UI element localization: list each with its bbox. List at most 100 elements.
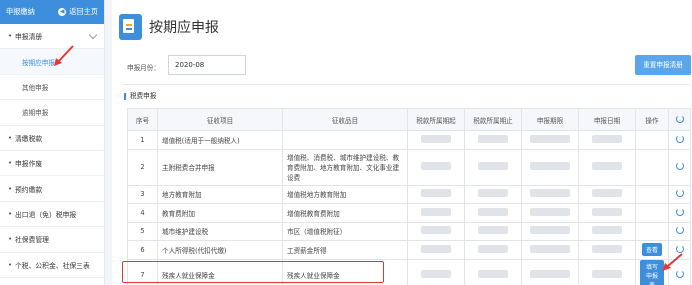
cell-period-start: [407, 240, 465, 260]
th-action: 操作: [635, 108, 669, 131]
refresh-icon[interactable]: [675, 207, 684, 216]
menu-scheduled-payment[interactable]: • 预约缴款: [0, 176, 104, 202]
cell-sub-item: 增值税地方教育附加: [282, 184, 408, 204]
cell-declare-date: [578, 240, 636, 260]
cell-action: [635, 184, 669, 204]
refresh-icon[interactable]: [675, 134, 684, 143]
cell-sub-item: 工资薪金所得: [282, 240, 408, 260]
blurred-value: [421, 189, 451, 198]
cell-deadline: [521, 258, 579, 285]
divider: [122, 84, 690, 85]
sidebar: 申报缴纳 ◀ 返回主页 • 申报清册 按期应申报 其他申报 逾期申报 • 清缴税…: [0, 0, 105, 285]
menu-tax-clearing[interactable]: • 清缴税款: [0, 126, 104, 151]
bullet-icon: •: [8, 32, 13, 41]
refresh-icon[interactable]: [675, 226, 684, 235]
cell-period-start: [407, 148, 465, 186]
refresh-icon[interactable]: [675, 162, 684, 170]
red-arrow-annotation-icon: [54, 45, 74, 66]
menu-label: 清缴税款: [15, 134, 43, 143]
blurred-value: [530, 270, 570, 278]
cell-sub-item: 增值税教育费附加: [282, 203, 408, 223]
table-row: 2 主附税费合并申报 增值税、消费税、城市维护建设税、教育费附加、地方教育附加、…: [127, 148, 691, 186]
th-deadline: 申报期限: [521, 108, 579, 131]
bullet-icon: •: [8, 184, 13, 193]
cell-no: 6: [127, 240, 158, 260]
refresh-icon[interactable]: [675, 189, 684, 198]
menu-label: 个税、公积金、社保三表: [15, 261, 90, 270]
cell-deadline: [521, 221, 579, 241]
cell-sub-item: 市区（增值税附征）: [282, 221, 408, 241]
chevron-down-icon: [88, 30, 98, 40]
blurred-value: [478, 244, 508, 253]
main-panel: 按期应申报 申报月份： 2020-08 重置申报清册 税费申报 序号 征收项目 …: [112, 0, 692, 285]
cell-no: 1: [127, 130, 158, 150]
submenu-overdue-declaration[interactable]: 逾期申报: [0, 100, 104, 126]
submenu-other-declaration[interactable]: 其他申报: [0, 75, 104, 101]
declaration-table: 序号 征收项目 征收品目 税款所属期起 税款所属期止 申报期限 申报日期 操作 …: [127, 108, 691, 285]
cell-deadline: [521, 148, 579, 186]
menu-label: 预约缴款: [15, 185, 43, 194]
page-title: 按期应申报: [149, 20, 219, 36]
blurred-value: [592, 162, 622, 170]
menu-export-refund[interactable]: • 出口退（免）税申报: [0, 202, 104, 228]
cell-declare-date: [578, 258, 636, 285]
menu-social-insurance[interactable]: • 社保费管理: [0, 227, 104, 253]
refresh-icon[interactable]: [675, 114, 684, 123]
cell-period-start: [407, 203, 465, 223]
cell-period-start: [407, 221, 465, 241]
cell-item: 增值税(适用于一般纳税人): [157, 130, 283, 150]
period-input[interactable]: 2020-08: [168, 55, 246, 75]
cell-item: 城市维护建设税: [157, 221, 283, 241]
view-button[interactable]: 查看: [641, 243, 662, 257]
table-row: 4 教育费附加 增值税教育费附加: [127, 203, 691, 223]
table-row: 6 个人所得税(代扣代缴) 工资薪金所得 查看: [127, 240, 691, 260]
cell-deadline: [521, 203, 579, 223]
th-sub-item: 征收品目: [282, 108, 408, 131]
blurred-value: [421, 134, 451, 143]
blurred-value: [592, 189, 622, 198]
cell-period-start: [407, 184, 465, 204]
cell-deadline: [521, 240, 579, 260]
cell-deadline: [521, 184, 579, 204]
cell-no: 4: [127, 203, 158, 223]
cell-refresh[interactable]: [668, 184, 691, 204]
menu-declaration-void[interactable]: • 申报作废: [0, 151, 104, 177]
cell-refresh[interactable]: [668, 130, 691, 150]
submenu-label: 按期应申报: [22, 58, 55, 67]
cell-declare-date: [578, 203, 636, 223]
submenu-label: 其他申报: [22, 83, 49, 92]
blurred-value: [530, 207, 570, 216]
menu-label: 申报清册: [15, 33, 43, 42]
cell-period-start: [407, 258, 465, 285]
cell-period-end: [464, 148, 522, 186]
blurred-value: [592, 207, 622, 216]
blurred-value: [592, 134, 622, 143]
blurred-value: [478, 189, 508, 198]
th-refresh[interactable]: [668, 108, 691, 131]
sidebar-header: 申报缴纳 ◀ 返回主页: [0, 0, 104, 24]
blurred-value: [421, 244, 451, 253]
cell-period-end: [464, 221, 522, 241]
blurred-value: [478, 270, 508, 278]
menu-label: 出口退（免）税申报: [15, 210, 77, 219]
reset-declaration-button[interactable]: 重置申报清册: [635, 55, 691, 75]
back-arrow-icon: ◀: [58, 8, 67, 16]
cell-refresh[interactable]: [668, 148, 691, 186]
blurred-value: [592, 244, 622, 253]
cell-refresh[interactable]: [668, 203, 691, 223]
back-home-link[interactable]: ◀ 返回主页: [58, 7, 98, 17]
cell-period-end: [464, 258, 522, 285]
blurred-value: [592, 226, 622, 235]
cell-deadline: [521, 130, 579, 150]
blurred-value: [478, 207, 508, 216]
menu-three-tables[interactable]: • 个税、公积金、社保三表: [0, 253, 104, 278]
cell-period-end: [464, 203, 522, 223]
notebook-icon: [119, 14, 142, 40]
menu-label: 社保费管理: [15, 236, 49, 245]
table-row: 3 地方教育附加 增值税地方教育附加: [127, 184, 691, 204]
cell-item: 个人所得税(代扣代缴): [157, 240, 283, 260]
cell-declare-date: [578, 221, 636, 241]
blurred-value: [592, 270, 622, 278]
cell-refresh[interactable]: [668, 221, 691, 241]
blurred-value: [530, 189, 570, 198]
